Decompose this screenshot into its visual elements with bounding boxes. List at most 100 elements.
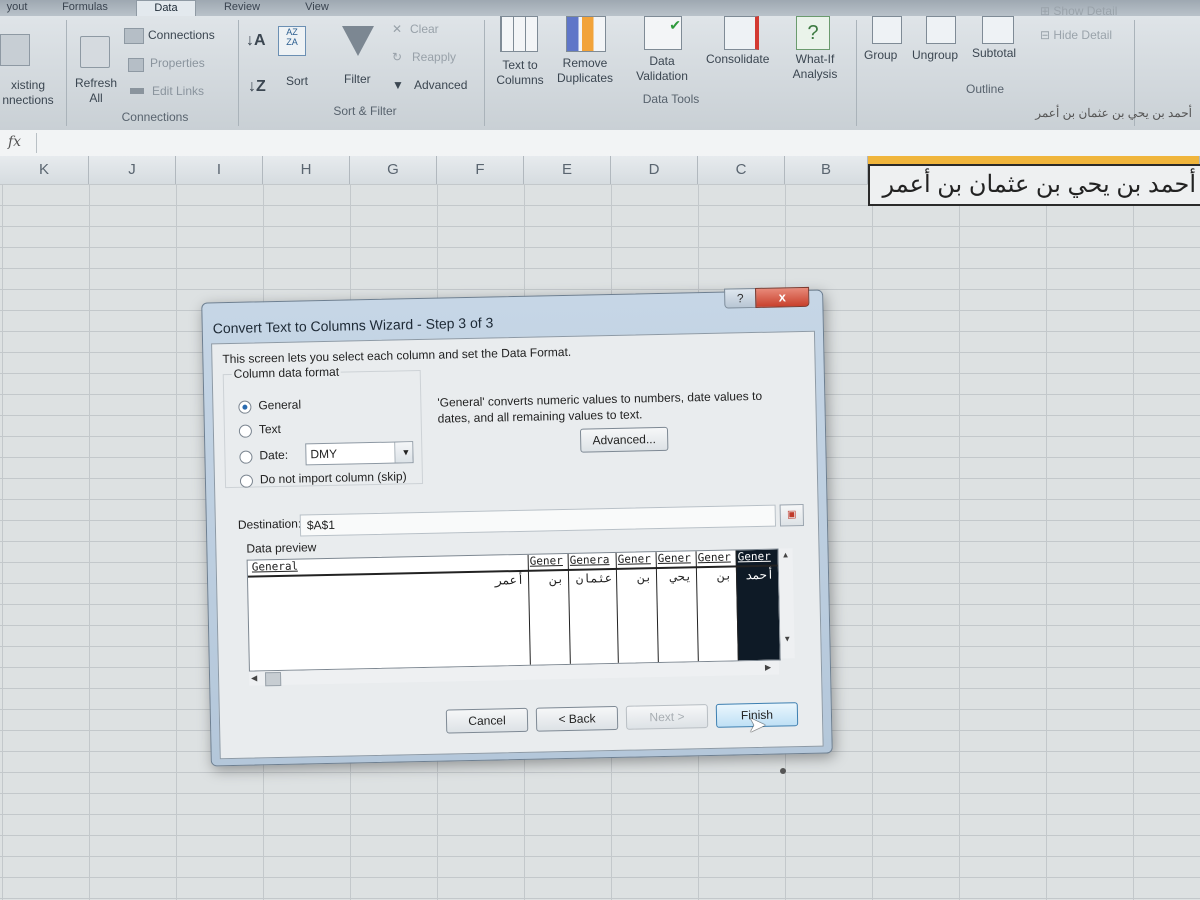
hide-detail-button[interactable]: ⊟ Hide Detail bbox=[1040, 28, 1112, 42]
sort-za-icon[interactable]: ↓Z bbox=[248, 78, 266, 96]
data-tools-group-label: Data Tools bbox=[642, 92, 700, 106]
text-radio-label[interactable]: Text bbox=[259, 422, 281, 436]
help-button[interactable]: ? bbox=[724, 287, 757, 309]
ribbon: xisting nnections Refresh All Connection… bbox=[0, 4, 1200, 131]
hide-detail-label: Hide Detail bbox=[1053, 28, 1113, 42]
clear-button[interactable]: Clear bbox=[410, 22, 439, 36]
data-validation-label-1: Data bbox=[649, 54, 675, 68]
preview-vertical-scrollbar[interactable]: ▲ ▼ bbox=[778, 548, 795, 659]
column-header-e[interactable]: E bbox=[524, 156, 611, 184]
subtotal-icon bbox=[982, 16, 1014, 44]
fx-icon[interactable]: fx bbox=[8, 134, 21, 150]
column-header-i[interactable]: I bbox=[176, 156, 263, 184]
range-picker-icon[interactable]: ▣ bbox=[779, 503, 805, 527]
data-validation-button[interactable]: Data Validation bbox=[626, 54, 698, 84]
subtotal-button[interactable]: Subtotal bbox=[972, 46, 1016, 60]
ungroup-button[interactable]: Ungroup bbox=[912, 48, 958, 62]
column-header-f[interactable]: F bbox=[437, 156, 524, 184]
chevron-down-icon[interactable]: ▼ bbox=[394, 442, 413, 463]
consolidate-button[interactable]: Consolidate bbox=[706, 52, 769, 66]
text-to-columns-icon bbox=[500, 16, 538, 52]
tab-data[interactable]: Data bbox=[136, 0, 196, 17]
text-radio[interactable] bbox=[238, 424, 253, 438]
column-header-d[interactable]: D bbox=[611, 156, 698, 184]
sort-dialog-icon: AZ ZA bbox=[278, 26, 306, 56]
scroll-thumb[interactable] bbox=[264, 671, 282, 687]
general-radio[interactable] bbox=[238, 400, 252, 414]
filter-button[interactable]: Filter bbox=[344, 72, 371, 86]
scroll-up-icon[interactable]: ▲ bbox=[782, 550, 790, 559]
refresh-all-icon bbox=[80, 36, 110, 68]
reapply-button[interactable]: Reapply bbox=[412, 50, 456, 64]
group-button[interactable]: Group bbox=[864, 48, 897, 62]
tab-page-layout[interactable]: yout bbox=[0, 0, 34, 16]
cell-a1[interactable]: أحمد بن يحي بن عثمان بن أعمر bbox=[868, 164, 1200, 206]
show-detail-label: Show Detail bbox=[1053, 4, 1118, 18]
formula-bar: fx أحمد بن يحي بن عثمان بن أعمر bbox=[0, 106, 1200, 157]
text-to-columns-label-1: Text to bbox=[502, 58, 538, 72]
preview-column-header: Gener bbox=[657, 551, 691, 566]
connections-group-label: Connections bbox=[121, 110, 189, 124]
remove-duplicates-button[interactable]: Remove Duplicates bbox=[552, 56, 618, 86]
screen-dust-speck bbox=[780, 768, 786, 774]
existing-connections-button[interactable]: xisting nnections bbox=[0, 78, 60, 108]
date-radio-label[interactable]: Date: bbox=[259, 448, 288, 463]
sort-az-icon[interactable]: ↓A bbox=[246, 32, 266, 50]
destination-input[interactable]: $A$1 bbox=[299, 504, 777, 537]
group-icon bbox=[872, 16, 902, 44]
mouse-cursor-icon: ➤ bbox=[748, 712, 767, 737]
column-header-h[interactable]: H bbox=[263, 156, 350, 184]
preview-cell: بن bbox=[549, 572, 565, 587]
properties-button[interactable]: Properties bbox=[150, 56, 205, 70]
sort-button[interactable]: Sort bbox=[286, 74, 308, 88]
scroll-left-icon[interactable]: ◀ bbox=[251, 673, 257, 682]
cancel-button[interactable]: Cancel bbox=[445, 707, 529, 734]
preview-column-header: Gener bbox=[617, 552, 651, 566]
edit-links-button[interactable]: Edit Links bbox=[152, 84, 204, 98]
advanced-filter-icon: ▼ bbox=[392, 78, 404, 92]
data-validation-label-2: Validation bbox=[636, 69, 688, 83]
column-data-format-label: Column data format bbox=[231, 364, 342, 381]
preview-cell: أعمر bbox=[495, 572, 525, 588]
tab-review[interactable]: Review bbox=[210, 0, 274, 16]
date-radio[interactable] bbox=[239, 450, 253, 464]
back-button[interactable]: < Back bbox=[535, 705, 619, 732]
refresh-all-button[interactable]: Refresh All bbox=[66, 76, 126, 106]
formula-bar-content[interactable]: أحمد بن يحي بن عثمان بن أعمر bbox=[1035, 106, 1192, 120]
tab-view[interactable]: View bbox=[290, 0, 344, 16]
what-if-analysis-button[interactable]: What-If Analysis bbox=[780, 52, 850, 82]
what-if-label-2: Analysis bbox=[792, 67, 838, 81]
close-button[interactable]: x bbox=[755, 286, 810, 308]
column-header-g[interactable]: G bbox=[350, 156, 437, 184]
consolidate-icon bbox=[724, 16, 759, 50]
preview-column-header: Gener bbox=[737, 549, 771, 564]
column-header-k[interactable]: K bbox=[0, 156, 89, 184]
general-note-line-2: dates, and all remaining values to text. bbox=[437, 407, 643, 426]
column-header-j[interactable]: J bbox=[89, 156, 176, 184]
advanced-button[interactable]: Advanced... bbox=[579, 426, 669, 453]
remove-duplicates-label-1: Remove bbox=[562, 56, 608, 70]
next-button[interactable]: Next > bbox=[625, 704, 709, 730]
clear-icon: ✕ bbox=[392, 22, 403, 36]
ungroup-icon bbox=[926, 16, 956, 44]
general-radio-label[interactable]: General bbox=[258, 397, 301, 412]
reapply-icon: ↻ bbox=[392, 50, 403, 64]
dialog-title: Convert Text to Columns Wizard - Step 3 … bbox=[212, 314, 494, 337]
skip-column-radio-label[interactable]: Do not import column (skip) bbox=[260, 469, 407, 486]
column-header-c[interactable]: C bbox=[698, 156, 785, 184]
skip-column-radio[interactable] bbox=[239, 474, 254, 488]
show-detail-button[interactable]: ⊞ Show Detail bbox=[1040, 4, 1117, 18]
show-detail-icon: ⊞ bbox=[1040, 4, 1054, 18]
data-preview-table[interactable]: General أعمر Gener بن Genera عثمان Gener… bbox=[246, 548, 781, 672]
text-to-columns-label-2: Columns bbox=[496, 73, 544, 87]
connections-button[interactable]: Connections bbox=[148, 28, 215, 42]
date-format-select[interactable]: DMY ▼ bbox=[305, 441, 414, 466]
column-header-b[interactable]: B bbox=[785, 156, 868, 184]
tab-formulas[interactable]: Formulas bbox=[50, 0, 120, 16]
advanced-filter-button[interactable]: Advanced bbox=[414, 78, 467, 92]
preview-cell: عثمان bbox=[575, 571, 613, 586]
dialog-intro-text: This screen lets you select each column … bbox=[222, 344, 572, 367]
scroll-right-icon[interactable]: ▶ bbox=[765, 663, 771, 672]
text-to-columns-button[interactable]: Text to Columns bbox=[490, 58, 550, 88]
scroll-down-icon[interactable]: ▼ bbox=[783, 634, 791, 643]
